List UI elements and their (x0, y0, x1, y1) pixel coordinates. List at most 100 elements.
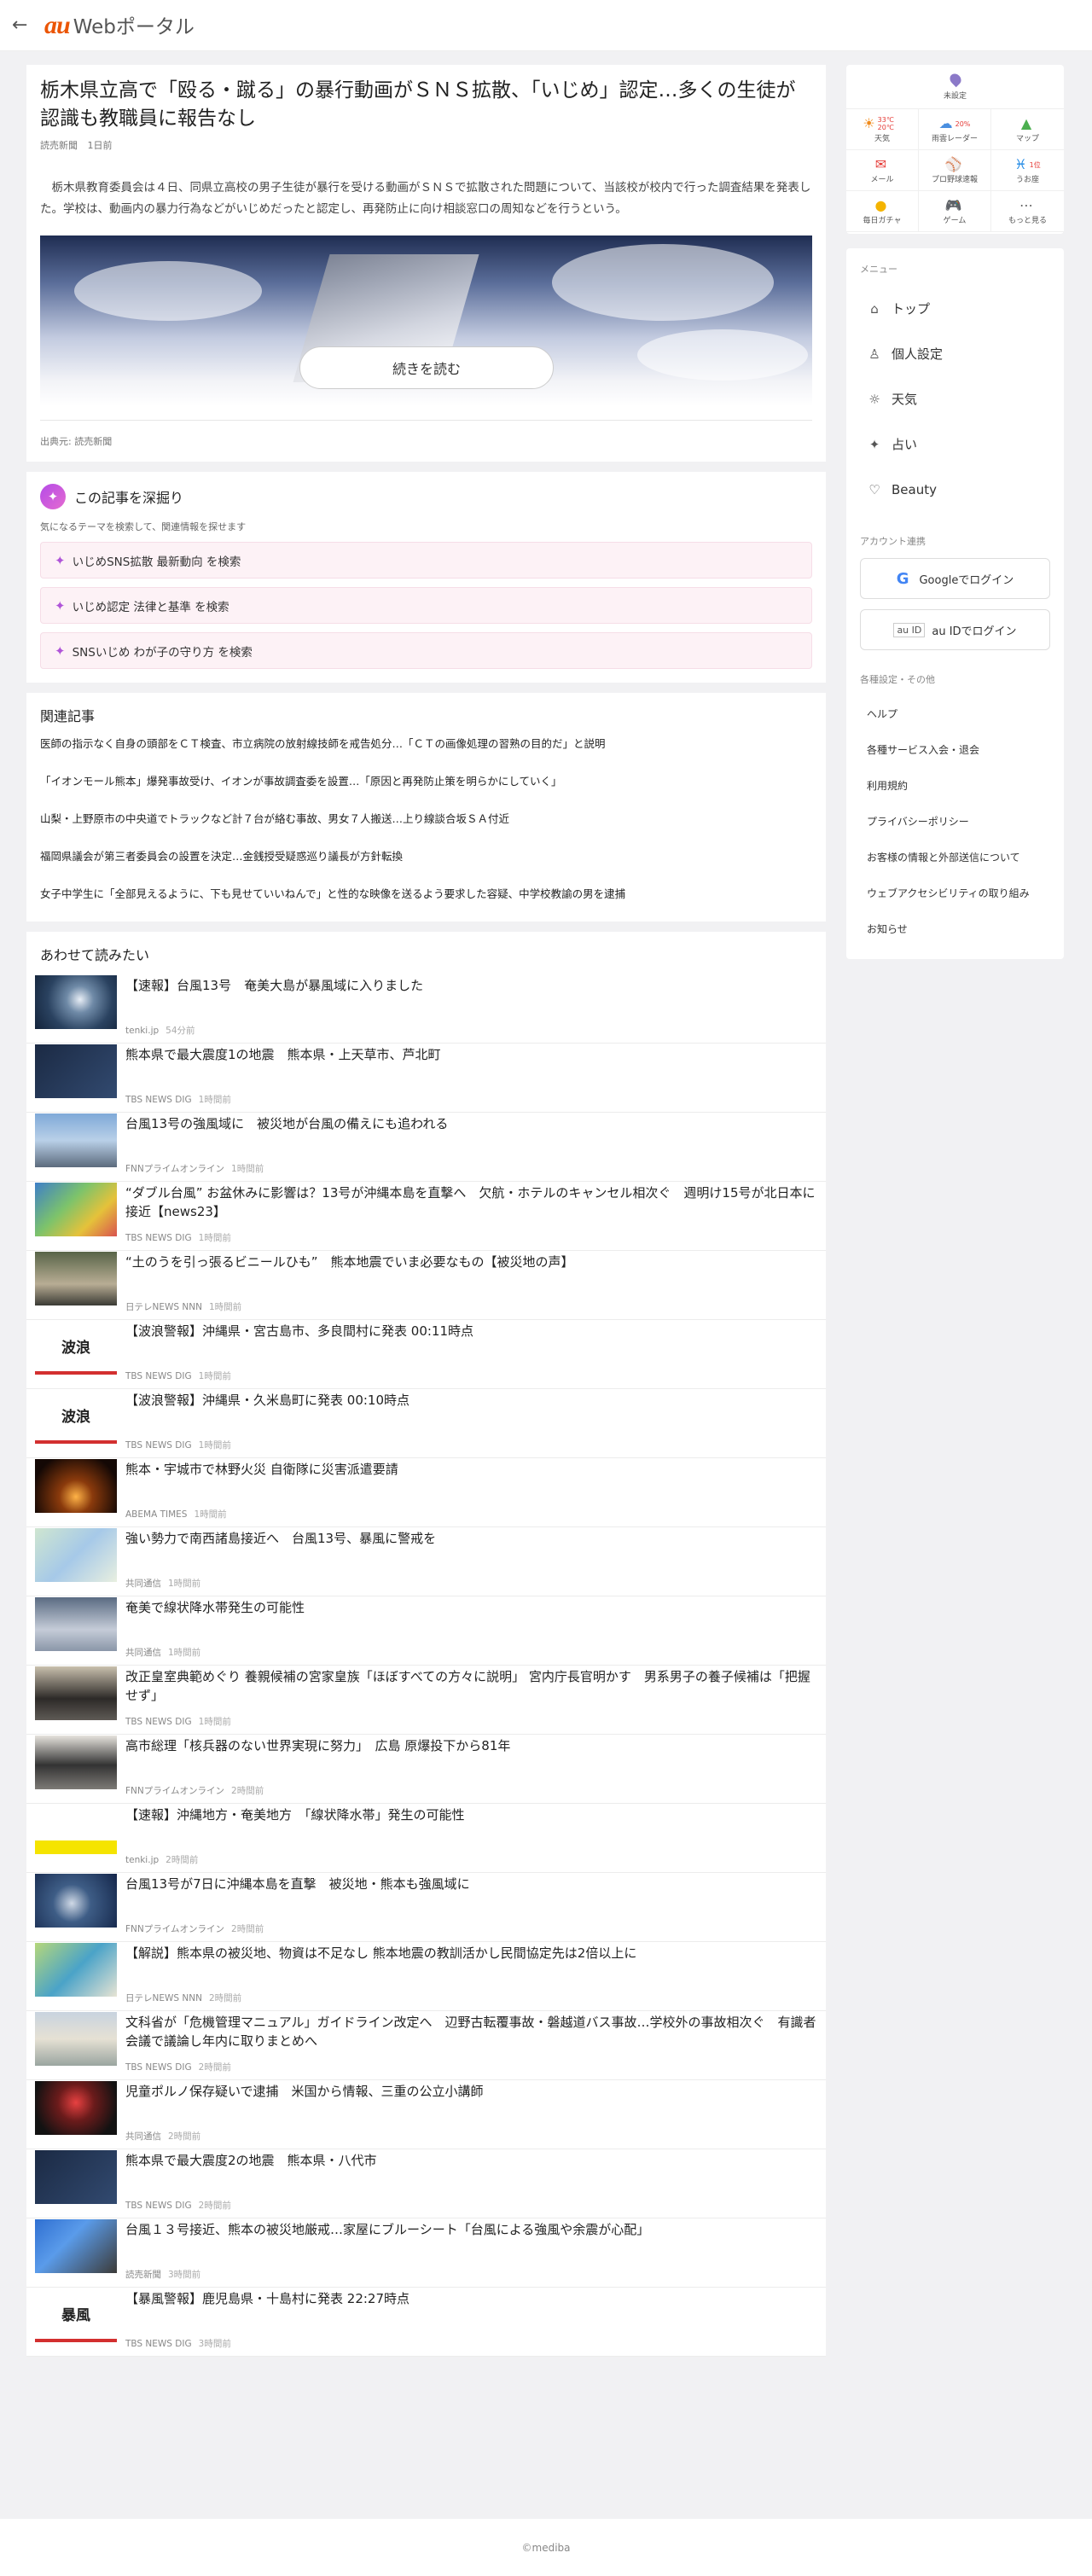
related-article-link[interactable]: 福岡県議会が第三者委員会の設置を決定…金銭授受疑惑巡り議長が方針転換 (40, 848, 812, 875)
news-item[interactable]: 波浪 【波浪警報】沖縄県・久米島町に発表 00:10時点 TBS NEWS DIG 1… (26, 1389, 826, 1458)
bat-icon: ⚾ (944, 156, 962, 172)
service-tile[interactable]: ⚾ プロ野球速報 (919, 150, 991, 191)
service-tile[interactable]: ☁ 20% 雨雲レーダー (919, 109, 991, 150)
news-time: 3時間前 (168, 2270, 201, 2280)
settings-link[interactable]: お知らせ (860, 911, 1050, 947)
read-more-button[interactable]: 続きを読む (299, 346, 554, 389)
news-source: 共同通信 (125, 1579, 161, 1589)
news-item[interactable]: 【解説】熊本県の被災地、物資は不足なし 熊本地震の教訓活かし民間協定先は2倍以上… (26, 1942, 826, 2011)
news-time: 1時間前 (168, 1648, 201, 1658)
menu-item-label: 個人設定 (892, 346, 944, 362)
news-time: 1時間前 (198, 1233, 231, 1243)
news-source-line: ABEMA TIMES 1時間前 (125, 1508, 227, 1521)
news-item[interactable]: 台風13号の強風域に 被災地が台風の備えにも追われる FNNプライムオンライン 1時… (26, 1113, 826, 1182)
search-chip[interactable]: ✦ いじめSNS拡散 最新動向 を検索 (40, 542, 812, 579)
service-tile[interactable]: ✉ メール (846, 150, 919, 191)
article-title: 栃木県立高で「殴る・蹴る」の暴行動画がＳＮＳ拡散、「いじめ」認定…多くの生徒が認… (40, 79, 796, 130)
news-source-line: tenki.jp 54分前 (125, 1024, 195, 1037)
service-tile[interactable]: ⋯ もっと見る (991, 191, 1064, 232)
news-thumbnail (35, 2150, 117, 2204)
service-tile[interactable]: ● 毎日ガチャ (846, 191, 919, 232)
search-chip[interactable]: ✦ いじめ認定 法律と基準 を検索 (40, 587, 812, 624)
news-item[interactable]: 奄美で線状降水帯発生の可能性 共同通信 1時間前 (26, 1596, 826, 1666)
news-item[interactable]: 高市総理「核兵器のない世界実現に努力」 広島 原爆投下から81年 FNNプライムオ… (26, 1735, 826, 1804)
news-item[interactable]: “土のうを引っ張るビニールひも” 熊本地震でいま必要なもの【被災地の声】 日テレN… (26, 1251, 826, 1320)
settings-header: 各種設定・その他 (860, 674, 935, 685)
more-icon: ⋯ (1019, 197, 1033, 213)
news-item[interactable]: 暴風 【暴風警報】鹿児島県・十島村に発表 22:27時点 TBS NEWS DIG 3… (26, 2288, 826, 2357)
copyright: ©mediba (521, 2541, 571, 2554)
news-item[interactable]: 児童ポルノ保存疑いで逮捕 米国から情報、三重の公立小講師 共同通信 2時間前 (26, 2080, 826, 2149)
footer: ©mediba (0, 2519, 1092, 2576)
settings-link[interactable]: ウェブアクセシビリティの取り組み (860, 875, 1050, 911)
news-item[interactable]: 熊本・宇城市で林野火災 自衛隊に災害派遣要請 ABEMA TIMES 1時間前 (26, 1458, 826, 1527)
logo-web: Webポータル (73, 16, 195, 38)
menu-item[interactable]: ⌂ トップ (860, 286, 1050, 331)
news-time: 1時間前 (194, 1509, 227, 1520)
news-item[interactable]: 【速報】台風13号 奄美大島が暴風域に入りました tenki.jp 54分前 (26, 974, 826, 1044)
news-thumbnail (35, 1736, 117, 1789)
sparkle-icon: ✦ (40, 484, 66, 509)
settings-link[interactable]: お客様の情報と外部送信について (860, 840, 1050, 875)
news-body: 改正皇室典範めぐり 養親候補の宮家皇族「ほぼすべての方々に説明」 宮内庁長官明か… (117, 1666, 818, 1735)
tile-label: もっと見る (1008, 217, 1047, 225)
news-source-line: 日テレNEWS NNN 1時間前 (125, 1300, 241, 1313)
news-item[interactable]: 台風13号が7日に沖縄本島を直撃 被災地・熊本も強風域に FNNプライムオンライン… (26, 1873, 826, 1942)
menu-item-label: Beauty (892, 481, 937, 497)
related-article-link[interactable]: 医師の指示なく自身の頭部をＣＴ検査、市立病院の放射線技師を戒告処分…「ＣＴの画像… (40, 736, 812, 763)
news-item[interactable]: 文科省が「危機管理マニュアル」ガイドライン改定へ 辺野古転覆事故・磐越道バス事故… (26, 2011, 826, 2080)
side-menu: メニュー ⌂ トップ ♙ 個人設定 ☼ 天気 ✦ 占い ♡ Beauty アカウント連携 G Go… (846, 248, 1064, 959)
menu-item-label: トップ (892, 301, 931, 317)
settings-link[interactable]: プライバシーポリシー (860, 804, 1050, 840)
news-source: TBS NEWS DIG (125, 2339, 192, 2349)
menu-item[interactable]: ♡ Beauty (860, 467, 1050, 512)
news-time: 2時間前 (208, 1993, 242, 2003)
arrow-left-icon[interactable]: ← (12, 15, 38, 36)
service-tile[interactable]: ▲ マップ (991, 109, 1064, 150)
news-source: 共同通信 (125, 2131, 161, 2142)
gacha-icon: ● (874, 197, 887, 213)
auid-login-button[interactable]: au ID au IDでログイン (860, 609, 1050, 650)
news-item[interactable]: 台風１３号接近、熊本の被災地厳戒…家屋にブルーシート「台風による強風や余震が心配… (26, 2218, 826, 2288)
news-source-line: 共同通信 1時間前 (125, 1577, 200, 1590)
search-chip[interactable]: ✦ SNSいじめ わが子の守り方 を検索 (40, 632, 812, 669)
settings-link[interactable]: ヘルプ (860, 696, 1050, 732)
location-setting[interactable]: 未設定 (846, 65, 1064, 109)
news-title: 【波浪警報】沖縄県・宮古島市、多良間村に発表 00:11時点 (125, 1323, 473, 1339)
news-thumbnail (35, 1114, 117, 1167)
menu-item[interactable]: ✦ 占い (860, 422, 1050, 467)
service-tile[interactable]: ♓ 1位 うお座 (991, 150, 1064, 191)
gamepad-icon: 🎮 (944, 197, 962, 213)
news-item[interactable]: 強い勢力で南西諸島接近へ 台風13号、暴風に警戒を 共同通信 1時間前 (26, 1527, 826, 1596)
news-body: 奄美で線状降水帯発生の可能性 共同通信 1時間前 (117, 1596, 818, 1666)
news-item[interactable]: 熊本県で最大震度1の地震 熊本県・上天草市、芦北町 TBS NEWS DIG 1時間… (26, 1044, 826, 1113)
news-item[interactable]: 熊本県で最大震度2の地震 熊本県・八代市 TBS NEWS DIG 2時間前 (26, 2149, 826, 2218)
map-icon: ▲ (1020, 115, 1032, 131)
news-item[interactable]: 波浪 【波浪警報】沖縄県・宮古島市、多良間村に発表 00:11時点 TBS NEWS… (26, 1320, 826, 1389)
menu-item[interactable]: ☼ 天気 (860, 376, 1050, 422)
news-title: 【解説】熊本県の被災地、物資は不足なし 熊本地震の教訓活かし民間協定先は2倍以上… (125, 1945, 637, 1961)
menu-item[interactable]: ♙ 個人設定 (860, 331, 1050, 376)
main-column: 栃木県立高で「殴る・蹴る」の暴行動画がＳＮＳ拡散、「いじめ」認定…多くの生徒が認… (26, 65, 826, 2367)
news-item[interactable]: 改正皇室典範めぐり 養親候補の宮家皇族「ほぼすべての方々に説明」 宮内庁長官明か… (26, 1666, 826, 1735)
settings-link[interactable]: 利用規約 (860, 768, 1050, 804)
related-article-link[interactable]: 女子中学生に「全部見えるように、下も見せていいねんで」と性的な映像を送るよう要求… (40, 886, 812, 913)
news-title: 台風13号が7日に沖縄本島を直撃 被災地・熊本も強風域に (125, 1876, 470, 1892)
news-source: 共同通信 (125, 1648, 161, 1658)
settings-link[interactable]: 各種サービス入会・退会 (860, 732, 1050, 768)
related-article-link[interactable]: 山梨・上野原市の中央道でトラックなど計７台が絡む事故、男女７人搬送…上り線談合坂… (40, 811, 812, 838)
news-item[interactable]: “ダブル台風” お盆休みに影響は？13号が沖縄本島を直撃へ 欠航・ホテルのキャン… (26, 1182, 826, 1251)
au-web-portal-logo[interactable]: au Webポータル (44, 10, 195, 40)
news-list: 【速報】台風13号 奄美大島が暴風域に入りました tenki.jp 54分前 熊本県で… (26, 974, 826, 2357)
news-title: 熊本県で最大震度1の地震 熊本県・上天草市、芦北町 (125, 1047, 441, 1062)
sparkle-icon: ✦ (55, 597, 66, 613)
also-read-title: あわせて読みたい (40, 947, 150, 963)
news-title: 台風13号の強風域に 被災地が台風の備えにも追われる (125, 1116, 449, 1131)
related-article-link[interactable]: 「イオンモール熊本」爆発事故受け、イオンが事故調査委を設置…「原因と再発防止策を… (40, 773, 812, 800)
news-source: TBS NEWS DIG (125, 1233, 192, 1243)
service-tile[interactable]: 🎮 ゲーム (919, 191, 991, 232)
news-body: 熊本・宇城市で林野火災 自衛隊に災害派遣要請 ABEMA TIMES 1時間前 (117, 1458, 818, 1527)
news-item[interactable]: 【速報】沖縄地方・奄美地方 「線状降水帯」発生の可能性 tenki.jp 2時間前 (26, 1804, 826, 1873)
google-login-button[interactable]: G Googleでログイン (860, 558, 1050, 599)
service-tile[interactable]: ☀ 33℃ 20℃ 天気 (846, 109, 919, 150)
